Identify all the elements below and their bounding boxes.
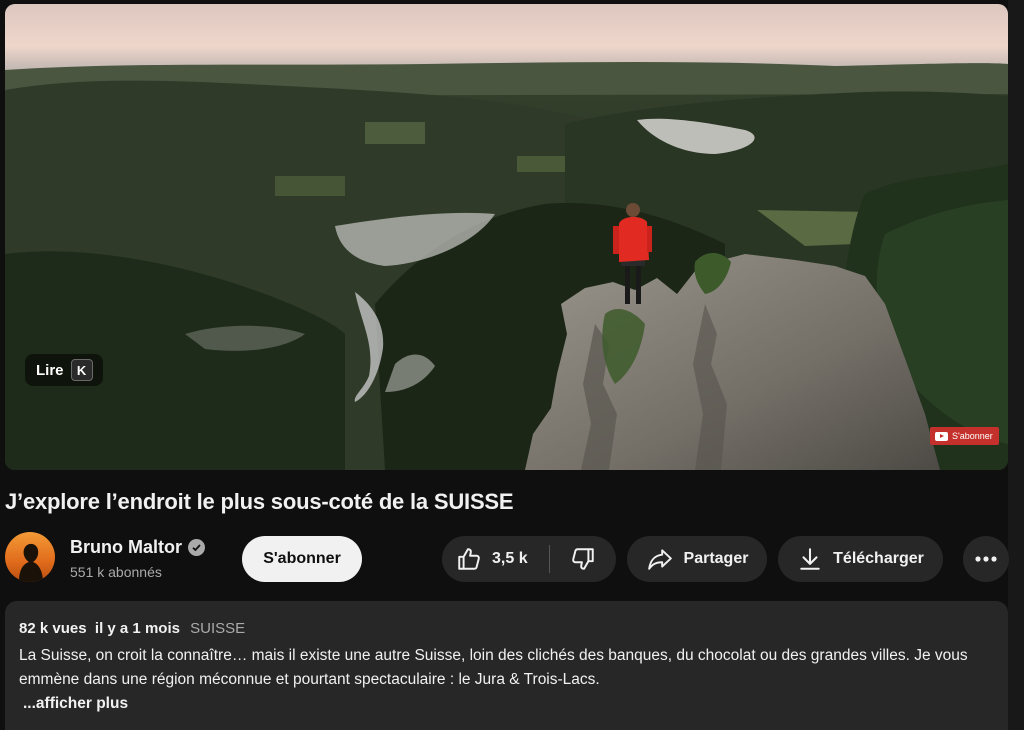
play-button[interactable]: Lire K [25, 354, 103, 386]
description-box[interactable]: 82 k vues il y a 1 mois SUISSE La Suisse… [5, 601, 1008, 730]
like-dislike-group: 3,5 k [442, 536, 616, 582]
channel-avatar[interactable] [5, 532, 55, 582]
subscribe-watermark[interactable]: S'abonner [930, 427, 999, 445]
show-more-link[interactable]: ...afficher plus [23, 695, 128, 713]
more-horizontal-icon [975, 556, 997, 562]
video-title: J’explore l’endroit le plus sous-coté de… [5, 489, 514, 514]
youtube-logo-icon [935, 431, 948, 441]
upload-date: il y a 1 mois [94, 620, 180, 637]
keyboard-shortcut: K [70, 359, 93, 381]
check-circle-icon [188, 539, 205, 556]
thumbs-down-icon [570, 546, 596, 572]
share-arrow-icon [646, 546, 674, 572]
avatar-silhouette [19, 543, 43, 582]
page-edge [1008, 0, 1024, 730]
download-button[interactable]: Télécharger [778, 536, 943, 582]
video-meta: 82 k vues il y a 1 mois SUISSE [19, 620, 245, 637]
video-player[interactable]: Lire K S'abonner [5, 4, 1008, 470]
channel-name[interactable]: Bruno Maltor [70, 537, 205, 558]
channel-name-text: Bruno Maltor [70, 537, 182, 557]
like-button[interactable]: 3,5 k [442, 546, 549, 572]
view-count: 82 k vues [19, 620, 87, 637]
hashtag-link[interactable]: SUISSE [190, 620, 245, 637]
watermark-label: S'abonner [952, 431, 993, 441]
share-button[interactable]: Partager [627, 536, 767, 582]
download-icon [797, 546, 823, 572]
like-count: 3,5 k [492, 550, 528, 567]
subscribe-button[interactable]: S'abonner [242, 536, 362, 582]
subscriber-count: 551 k abonnés [70, 564, 162, 580]
description-text: La Suisse, on croit la connaître… mais i… [19, 647, 968, 688]
download-label: Télécharger [833, 550, 924, 567]
share-label: Partager [683, 550, 749, 567]
video-frame [5, 4, 1008, 470]
dislike-button[interactable] [550, 546, 616, 572]
more-actions-button[interactable] [963, 536, 1009, 582]
thumbs-up-icon [456, 546, 482, 572]
play-label: Lire [36, 361, 64, 379]
